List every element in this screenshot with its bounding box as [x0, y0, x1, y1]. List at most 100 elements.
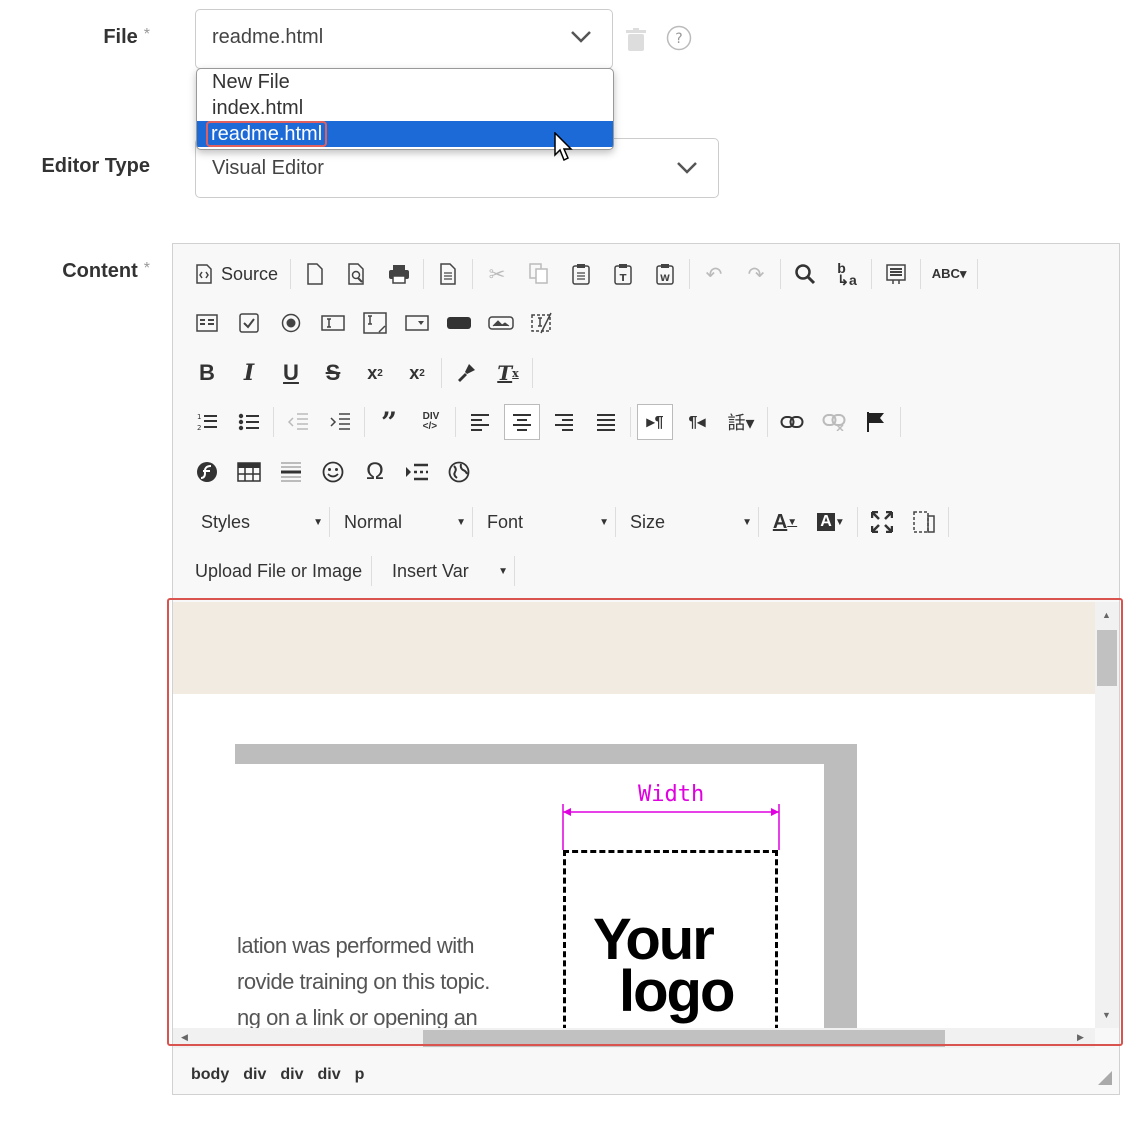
spellcheck-icon[interactable]: ABC▾	[927, 256, 971, 292]
toolbar-row-4: 12 ” DIV </> ▸¶ ¶◂ 話▾	[189, 404, 907, 440]
form-icon[interactable]	[189, 305, 225, 341]
format-combo-label: Normal	[344, 511, 403, 532]
paste-text-icon[interactable]: T	[605, 256, 641, 292]
italic-icon[interactable]: I	[231, 355, 267, 391]
path-item[interactable]: div	[317, 1066, 340, 1084]
styles-combo[interactable]: Styles ▼	[193, 505, 329, 539]
editor-type-label: Editor Type	[41, 155, 150, 177]
source-icon	[196, 264, 212, 284]
language-icon[interactable]: 話▾	[721, 404, 761, 440]
format-combo[interactable]: Normal ▼	[336, 505, 472, 539]
cut-icon[interactable]: ✂	[479, 256, 515, 292]
hidden-field-icon[interactable]	[525, 305, 561, 341]
required-mark: *	[143, 260, 150, 277]
numbered-list-icon[interactable]: 12	[189, 404, 225, 440]
svg-text:T: T	[620, 273, 627, 284]
replace-icon[interactable]: b ↳a	[829, 256, 865, 292]
page-break-icon[interactable]	[399, 454, 435, 490]
size-combo-label: Size	[630, 511, 666, 532]
paste-word-icon[interactable]: W	[647, 256, 683, 292]
print-icon[interactable]	[381, 256, 417, 292]
file-option-readme[interactable]: readme.html	[197, 121, 613, 147]
paste-icon[interactable]	[563, 256, 599, 292]
toolbar-row-7: Upload File or Image Insert Var ▼	[187, 554, 521, 588]
copy-format-icon[interactable]	[448, 355, 484, 391]
create-div-icon[interactable]: DIV </>	[413, 404, 449, 440]
file-option-index[interactable]: index.html	[197, 95, 613, 121]
background-color-icon[interactable]: A ▼	[811, 504, 851, 540]
table-icon[interactable]	[231, 454, 267, 490]
bulleted-list-icon[interactable]	[231, 404, 267, 440]
svg-text:2: 2	[197, 424, 201, 432]
maximize-icon[interactable]	[864, 504, 900, 540]
justify-icon[interactable]	[588, 404, 624, 440]
indent-icon[interactable]	[322, 404, 358, 440]
redo-icon[interactable]: ↷	[738, 256, 774, 292]
toolbar-row-2	[189, 305, 567, 341]
source-label: Source	[221, 263, 279, 284]
smiley-icon[interactable]	[315, 454, 351, 490]
path-item[interactable]: body	[191, 1066, 229, 1084]
undo-icon[interactable]: ↶	[696, 256, 732, 292]
flash-icon[interactable]	[189, 454, 225, 490]
horizontal-rule-icon[interactable]	[273, 454, 309, 490]
caret-down-icon: ▼	[742, 516, 752, 528]
align-center-icon[interactable]	[504, 404, 540, 440]
size-combo[interactable]: Size ▼	[622, 505, 758, 539]
content-label-text: Content	[62, 260, 138, 282]
path-item[interactable]: div	[243, 1066, 266, 1084]
align-left-icon[interactable]	[462, 404, 498, 440]
mouse-cursor-icon	[554, 132, 573, 162]
select-all-icon[interactable]	[878, 256, 914, 292]
font-combo-label: Font	[487, 511, 524, 532]
strikethrough-icon[interactable]: S	[315, 355, 351, 391]
iframe-globe-icon[interactable]	[441, 454, 477, 490]
resize-handle-icon[interactable]	[1097, 1070, 1113, 1086]
svg-text:1: 1	[197, 413, 201, 421]
file-label: File *	[60, 26, 150, 49]
blockquote-icon[interactable]: ”	[371, 404, 407, 440]
toolbar-row-3: B I U S x2 x2 Tx	[189, 355, 539, 391]
image-button-icon[interactable]	[483, 305, 519, 341]
svg-text:?: ?	[675, 31, 682, 47]
underline-icon[interactable]: U	[273, 355, 309, 391]
file-select[interactable]: readme.html	[195, 9, 613, 69]
subscript-icon[interactable]: x2	[357, 355, 393, 391]
outdent-icon[interactable]	[280, 404, 316, 440]
rtl-icon[interactable]: ¶◂	[679, 404, 715, 440]
show-blocks-icon[interactable]	[906, 504, 942, 540]
bold-icon[interactable]: B	[189, 355, 225, 391]
link-icon[interactable]	[774, 404, 810, 440]
upload-file-button[interactable]: Upload File or Image	[187, 554, 371, 588]
templates-icon[interactable]	[430, 256, 466, 292]
textarea-icon[interactable]	[357, 305, 393, 341]
select-field-icon[interactable]	[399, 305, 435, 341]
find-icon[interactable]	[787, 256, 823, 292]
radio-icon[interactable]	[273, 305, 309, 341]
anchor-flag-icon[interactable]	[858, 404, 894, 440]
copy-icon[interactable]	[521, 256, 557, 292]
button-icon[interactable]	[441, 305, 477, 341]
text-field-icon[interactable]	[315, 305, 351, 341]
align-right-icon[interactable]	[546, 404, 582, 440]
checkbox-icon[interactable]	[231, 305, 267, 341]
trash-icon[interactable]	[625, 28, 647, 52]
new-page-icon[interactable]	[297, 256, 333, 292]
insert-var-combo[interactable]: Insert Var ▼	[378, 554, 514, 588]
path-item[interactable]: p	[355, 1066, 365, 1084]
insert-var-label: Insert Var	[392, 560, 469, 581]
superscript-icon[interactable]: x2	[399, 355, 435, 391]
preview-icon[interactable]	[339, 256, 375, 292]
help-icon[interactable]: ?	[666, 25, 692, 51]
chevron-down-icon	[677, 162, 697, 174]
font-combo[interactable]: Font ▼	[479, 505, 615, 539]
special-char-icon[interactable]: Ω	[357, 454, 393, 490]
unlink-icon[interactable]	[816, 404, 852, 440]
path-item[interactable]: div	[280, 1066, 303, 1084]
text-color-icon[interactable]: A ▼	[765, 504, 805, 540]
svg-text:W: W	[660, 274, 670, 284]
source-button[interactable]: Source	[189, 256, 284, 292]
ltr-icon[interactable]: ▸¶	[637, 404, 673, 440]
remove-format-icon[interactable]: Tx	[490, 355, 526, 391]
file-option-new[interactable]: New File	[197, 69, 613, 95]
